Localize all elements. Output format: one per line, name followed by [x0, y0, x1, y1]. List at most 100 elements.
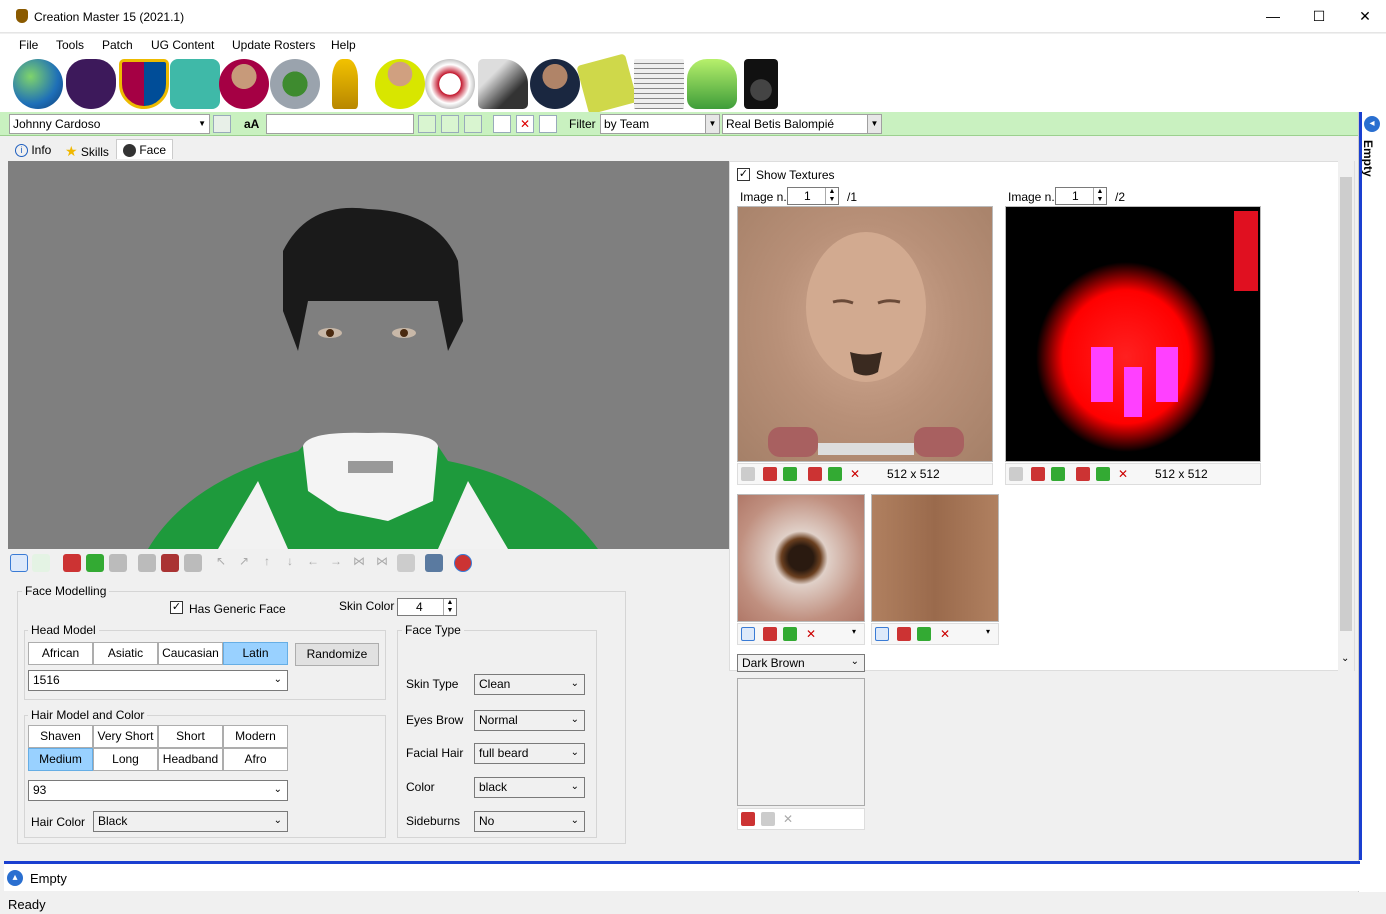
facial-hair-select[interactable]: full beard ⌄ — [474, 743, 585, 764]
hair-medium-button[interactable]: Medium — [28, 748, 93, 771]
sideburns-select[interactable]: No ⌄ — [474, 811, 585, 832]
eye-icon[interactable] — [741, 627, 755, 641]
import-icon[interactable] — [1031, 467, 1045, 481]
hair-long-button[interactable]: Long — [93, 748, 158, 771]
hair-model-select[interactable]: 93 ⌄ — [28, 780, 288, 801]
arrow-upright-icon[interactable]: ↗ — [235, 554, 253, 572]
hair-texture-image[interactable] — [1005, 206, 1261, 462]
import-icon[interactable] — [763, 627, 777, 641]
zoom-out-icon[interactable]: ⋈ — [373, 554, 391, 572]
team-select[interactable]: Real Betis Balompié ▼ — [722, 114, 882, 134]
has-generic-face-checkbox[interactable]: ✓ — [170, 601, 183, 614]
facial-hair-color-select[interactable]: black ⌄ — [474, 777, 585, 798]
import-icon[interactable] — [741, 812, 755, 826]
hair-modern-button[interactable]: Modern — [223, 725, 288, 748]
head-red-icon[interactable] — [63, 554, 81, 572]
fcb-crest-icon[interactable] — [119, 59, 169, 109]
abc-icon[interactable] — [418, 115, 436, 133]
delete-icon[interactable]: ✕ — [938, 627, 952, 641]
scrollbar-thumb[interactable] — [1340, 177, 1352, 631]
font-toggle-button[interactable]: aA — [244, 117, 259, 131]
arrow-down-icon[interactable]: ↓ — [281, 554, 299, 572]
export-alpha-icon[interactable] — [828, 467, 842, 481]
delete-icon[interactable]: ✕ — [516, 115, 534, 133]
arrow-up-circle-icon[interactable]: ▴ — [7, 870, 23, 886]
eye-icon[interactable] — [875, 627, 889, 641]
maximize-button[interactable]: ☐ — [1296, 0, 1342, 33]
export-icon[interactable] — [761, 812, 775, 826]
arrow-right-icon[interactable]: → — [327, 554, 345, 572]
head-model-select[interactable]: 1516 ⌄ — [28, 670, 288, 691]
hair-export-icon[interactable] — [184, 554, 202, 572]
menu-patch[interactable]: Patch — [102, 38, 133, 52]
world-icon[interactable] — [13, 59, 63, 109]
save-icon[interactable] — [397, 554, 415, 572]
player-icon[interactable] — [219, 59, 269, 109]
menu-file[interactable]: File — [19, 38, 38, 52]
chevron-down-icon[interactable]: ▾ — [986, 627, 1000, 641]
save-icon[interactable] — [741, 467, 755, 481]
arrow-left-circle-icon[interactable]: ◂ — [1364, 116, 1380, 132]
hair-import-icon[interactable] — [161, 554, 179, 572]
speaker-icon[interactable] — [744, 59, 778, 109]
arrow-up-icon[interactable]: ↑ — [258, 554, 276, 572]
kit-icon[interactable] — [170, 59, 220, 109]
head-grey-icon[interactable] — [109, 554, 127, 572]
trophy-icon[interactable] — [332, 59, 358, 109]
eye-texture-image[interactable] — [737, 494, 865, 622]
newspaper-icon[interactable] — [634, 59, 684, 109]
search-input[interactable] — [266, 114, 414, 134]
skin-type-select[interactable]: Clean ⌄ — [474, 674, 585, 695]
arrow-upleft-icon[interactable]: ↖ — [212, 554, 230, 572]
tab-face[interactable]: Face — [116, 139, 174, 159]
hair-headband-button[interactable]: Headband — [158, 748, 223, 771]
import-icon[interactable] — [763, 467, 777, 481]
save-icon[interactable] — [1009, 467, 1023, 481]
abc-icon[interactable] — [464, 115, 482, 133]
show-textures-checkbox[interactable]: ✓ — [737, 168, 750, 181]
face-texture-image[interactable] — [737, 206, 993, 462]
copy-icon[interactable] — [539, 115, 557, 133]
refresh-icon[interactable] — [32, 554, 50, 572]
manager-icon[interactable] — [530, 59, 580, 109]
delete-icon[interactable]: ✕ — [781, 812, 795, 826]
hair-shaven-button[interactable]: Shaven — [28, 725, 93, 748]
formation-icon[interactable] — [576, 53, 638, 115]
stadium-icon[interactable] — [270, 59, 320, 109]
referee-icon[interactable] — [375, 59, 425, 109]
chevron-down-icon[interactable]: ⌄ — [1341, 653, 1349, 664]
export-icon[interactable] — [783, 467, 797, 481]
hair-grey-icon[interactable] — [138, 554, 156, 572]
head-african-button[interactable]: African — [28, 642, 93, 665]
import-alpha-icon[interactable] — [1076, 467, 1090, 481]
menu-help[interactable]: Help — [331, 38, 356, 52]
face-3d-viewport[interactable] — [8, 161, 729, 549]
delete-icon[interactable]: ✕ — [848, 467, 862, 481]
arrow-left-icon[interactable]: ← — [304, 554, 322, 572]
menu-update-rosters[interactable]: Update Rosters — [232, 38, 315, 52]
head-latin-button[interactable]: Latin — [223, 642, 288, 665]
empty-texture-image[interactable] — [737, 678, 865, 806]
menu-tools[interactable]: Tools — [56, 38, 84, 52]
hair-afro-button[interactable]: Afro — [223, 748, 288, 771]
face-render-icon[interactable] — [454, 554, 472, 572]
player-select[interactable]: Johnny Cardoso ▼ — [9, 114, 210, 134]
head-caucasian-button[interactable]: Caucasian — [158, 642, 223, 665]
hair-very-short-button[interactable]: Very Short — [93, 725, 158, 748]
tab-skills[interactable]: ★ Skills — [58, 139, 116, 159]
menu-ug-content[interactable]: UG Content — [151, 38, 214, 52]
close-button[interactable]: ✕ — [1342, 0, 1386, 33]
right-image-stepper[interactable]: 1 ▲ ▼ — [1055, 187, 1107, 205]
eyebrow-select[interactable]: Normal ⌄ — [474, 710, 585, 731]
delete-icon[interactable]: ✕ — [804, 627, 818, 641]
boot-icon[interactable] — [478, 59, 528, 109]
export-icon[interactable] — [783, 627, 797, 641]
new-icon[interactable] — [493, 115, 511, 133]
refresh-icon[interactable] — [213, 115, 231, 133]
export-icon[interactable] — [1051, 467, 1065, 481]
tab-info[interactable]: i Info — [8, 139, 58, 159]
hair-color-select[interactable]: Black ⌄ — [93, 811, 288, 832]
zoom-in-icon[interactable]: ⋈ — [350, 554, 368, 572]
abc-icon[interactable] — [441, 115, 459, 133]
premier-league-icon[interactable] — [66, 59, 116, 109]
